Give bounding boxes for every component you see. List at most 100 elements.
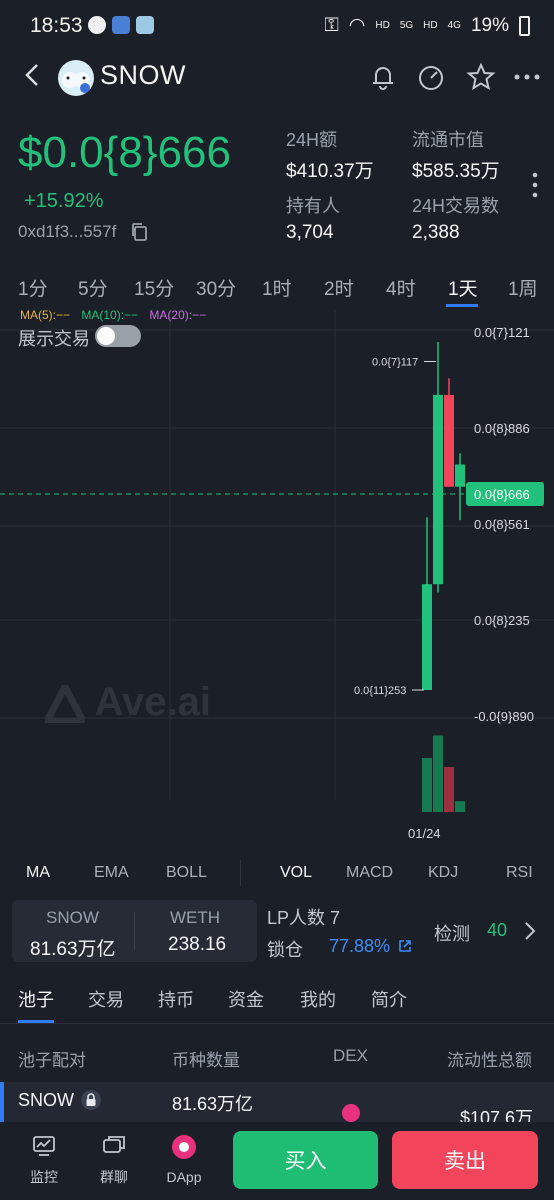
- copy-icon[interactable]: [130, 222, 148, 242]
- ma-legend: MA(5):−− MA(10):−− MA(20):−−: [20, 308, 206, 322]
- status-right: ⚿ ◠ HD 5G HD 4G 19%: [324, 14, 530, 37]
- indicator-macd[interactable]: MACD: [346, 864, 393, 882]
- tab-holders[interactable]: 持币: [158, 986, 194, 1012]
- pair-token-b: WETH: [170, 908, 221, 927]
- network-hd-1: HD: [375, 20, 390, 31]
- nav-monitor[interactable]: 监控: [14, 1134, 74, 1187]
- volume-bar: [455, 801, 465, 812]
- show-trades-label: 展示交易: [18, 329, 90, 349]
- star-icon[interactable]: [466, 62, 496, 92]
- nav-chat-label: 群聊: [100, 1169, 128, 1185]
- volume-bar: [422, 758, 432, 812]
- tab-15min[interactable]: 15分: [134, 274, 174, 301]
- monitor-icon: [33, 1136, 55, 1156]
- pair-amount-a: 81.63万亿: [30, 939, 116, 960]
- indicator-rsi[interactable]: RSI: [506, 864, 533, 882]
- network-5g: 5G: [399, 20, 414, 31]
- volume-bar: [444, 767, 454, 812]
- battery-icon: [519, 15, 530, 36]
- tab-active-underline: [18, 1020, 54, 1023]
- indicator-ema[interactable]: EMA: [94, 864, 129, 882]
- security-check-score[interactable]: 40: [487, 920, 507, 941]
- low-annotation: 0.0{11}253: [354, 685, 406, 697]
- watermark-logo-icon: [41, 679, 89, 725]
- stat-market-cap-label: 流通市值: [412, 130, 484, 150]
- tab-intro[interactable]: 简介: [371, 986, 407, 1012]
- status-bar: 18:53 ⚿ ◠ HD 5G HD 4G 19%: [0, 0, 554, 52]
- tab-pools[interactable]: 池子: [18, 986, 54, 1012]
- lock-label: 锁仓: [267, 940, 303, 960]
- header: SNOW: [0, 52, 554, 100]
- tab-2h[interactable]: 2时: [324, 274, 354, 301]
- pair-summary: SNOW 81.63万亿 WETH 238.16: [12, 900, 257, 962]
- indicator-boll[interactable]: BOLL: [166, 864, 207, 882]
- more-vertical-icon[interactable]: [530, 170, 540, 200]
- show-trades-toggle[interactable]: [95, 325, 141, 347]
- bell-icon[interactable]: [368, 62, 398, 92]
- candle-body: [444, 394, 454, 487]
- tab-funds[interactable]: 资金: [228, 986, 264, 1012]
- back-icon[interactable]: [20, 60, 46, 90]
- indicator-tabs: MA EMA BOLL VOL MACD KDJ RSI: [0, 858, 554, 890]
- col-quantity: 币种数量: [172, 1051, 240, 1070]
- pair-token-a: SNOW: [46, 908, 99, 927]
- lp-count: LP人数 7: [267, 908, 341, 928]
- tab-trades[interactable]: 交易: [88, 986, 124, 1012]
- tab-4h[interactable]: 4时: [386, 274, 416, 301]
- buy-button[interactable]: 买入: [233, 1131, 378, 1189]
- candlestick-chart[interactable]: 0.0{7}121 0.0{8}886 0.0{8}561 0.0{8}235 -0.0…: [0, 300, 554, 845]
- token-logo: [58, 60, 94, 96]
- message-icon: [88, 16, 106, 34]
- tab-mine[interactable]: 我的: [300, 986, 336, 1012]
- more-icon[interactable]: [512, 62, 542, 92]
- security-check-label[interactable]: 检测: [434, 920, 470, 946]
- y-tick-label: 0.0{8}561: [474, 517, 530, 532]
- token-name: SNOW: [100, 60, 186, 90]
- volume-bar: [433, 735, 443, 812]
- nav-dapp[interactable]: DApp: [154, 1134, 214, 1185]
- stat-24h-volume-label: 24H额: [286, 130, 338, 150]
- gauge-icon[interactable]: [416, 62, 446, 92]
- candle-body: [433, 394, 443, 585]
- notification-icons: [88, 16, 154, 34]
- contract-address: 0xd1f3...557f: [18, 222, 117, 241]
- nav-monitor-label: 监控: [30, 1169, 58, 1185]
- tab-1min[interactable]: 1分: [18, 274, 48, 301]
- wifi-icon: ◠: [348, 15, 366, 36]
- stat-holders-label: 持有人: [286, 196, 340, 216]
- y-tick-label: 0.0{8}235: [474, 613, 530, 628]
- tab-1d[interactable]: 1天: [448, 274, 478, 301]
- indicator-kdj[interactable]: KDJ: [428, 864, 458, 882]
- ma20-label: MA(20):−−: [149, 308, 207, 322]
- ma5-label: MA(5):−−: [20, 308, 71, 322]
- price: $0.0{8}666: [18, 128, 231, 177]
- dex-logo-icon: [342, 1104, 360, 1122]
- stat-24h-volume-value: $410.37万: [286, 161, 374, 182]
- network-hd-2: HD: [423, 20, 438, 31]
- chevron-right-icon[interactable]: [522, 920, 538, 942]
- stat-24h-txns-value: 2,388: [412, 222, 460, 243]
- stat-24h-txns-label: 24H交易数: [412, 196, 500, 216]
- indicator-vol[interactable]: VOL: [280, 864, 312, 882]
- indicator-ma[interactable]: MA: [26, 864, 50, 882]
- nav-chat[interactable]: 群聊: [84, 1134, 144, 1187]
- col-dex: DEX: [333, 1046, 368, 1065]
- indicator-divider: [240, 860, 241, 886]
- candle-body: [455, 464, 465, 487]
- col-liquidity: 流动性总额: [447, 1051, 532, 1070]
- row-pair: SNOW: [18, 1090, 74, 1110]
- network-4g: 4G: [447, 20, 461, 31]
- tab-1w[interactable]: 1周: [508, 274, 538, 301]
- watermark-text: Ave.ai: [94, 680, 212, 724]
- y-tick-label: 0.0{7}121: [474, 325, 530, 340]
- sell-button[interactable]: 卖出: [392, 1131, 538, 1189]
- tab-30min[interactable]: 30分: [196, 274, 236, 301]
- chat-icon: [103, 1136, 125, 1153]
- stat-holders-value: 3,704: [286, 222, 334, 243]
- pair-amount-b: 238.16: [168, 934, 227, 955]
- lock-value-link[interactable]: 77.88%: [329, 936, 412, 957]
- lock-icon: [81, 1090, 101, 1110]
- toggle-knob: [97, 327, 115, 345]
- tab-5min[interactable]: 5分: [78, 274, 108, 301]
- tab-1h[interactable]: 1时: [262, 274, 292, 301]
